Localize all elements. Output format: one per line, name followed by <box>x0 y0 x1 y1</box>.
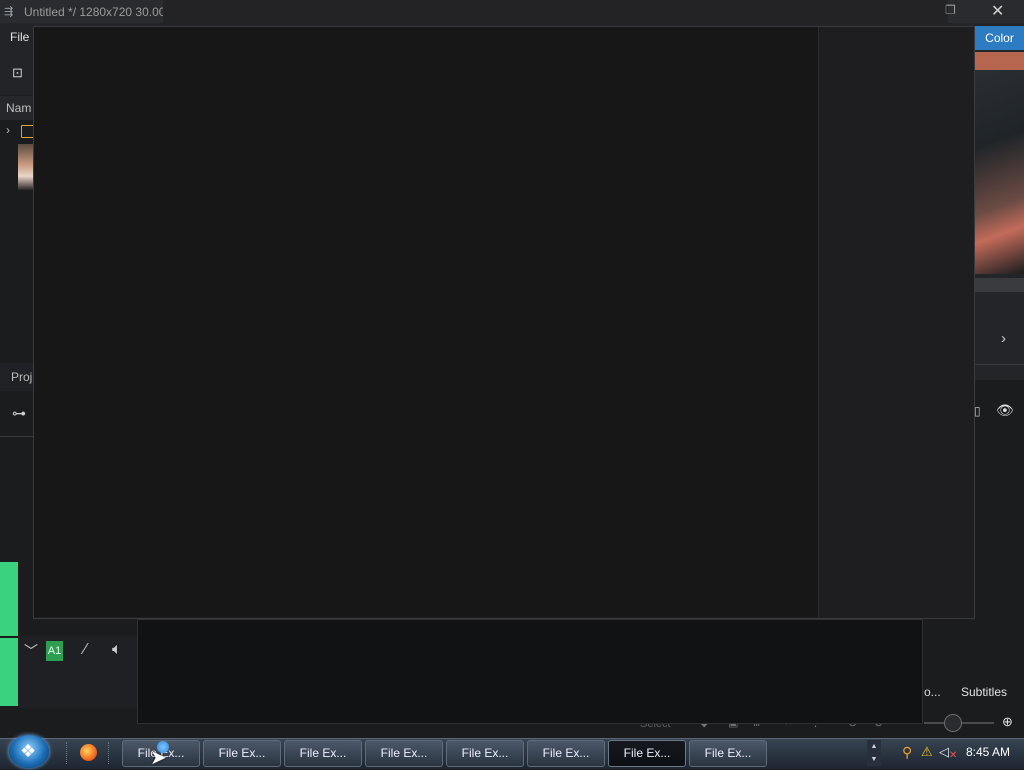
windows-logo-icon: ❖ <box>20 741 37 761</box>
search-icon[interactable]: ⚲ <box>902 744 912 761</box>
taskbar-button-file-explorer[interactable]: File Ex... <box>284 740 362 767</box>
dialog-title-bar[interactable] <box>163 0 948 24</box>
firefox-icon[interactable] <box>80 744 97 761</box>
chevron-down-icon[interactable]: ﹀ <box>24 641 38 661</box>
track-a1-badge[interactable]: A1 <box>46 641 63 661</box>
taskbar-grip[interactable] <box>108 742 112 764</box>
blank-window-content[interactable] <box>34 27 819 617</box>
warning-icon[interactable]: ⚠ <box>921 744 933 760</box>
preview-scrubber[interactable] <box>975 278 1024 292</box>
zoom-slider-handle[interactable] <box>944 714 962 732</box>
divider <box>974 364 1024 365</box>
wand-icon[interactable]: ⁄ <box>84 641 87 659</box>
clock[interactable]: 8:45 AM <box>966 745 1010 759</box>
close-icon[interactable]: ✕ <box>991 1 1004 21</box>
app-icon: ⇶ <box>4 6 14 18</box>
taskbar-scroll-arrows[interactable]: ▲ ▼ <box>867 740 881 766</box>
video-track-bar[interactable] <box>0 562 18 636</box>
speaker-icon[interactable]: 🔈︎ <box>112 641 122 659</box>
clip-thumbnail[interactable] <box>18 144 34 190</box>
column-header-name[interactable]: Nam <box>0 96 34 120</box>
taskbar-button-file-explorer[interactable]: File Ex... <box>446 740 524 767</box>
preview-thumbnail <box>975 52 1024 274</box>
chevron-right-icon[interactable]: › <box>6 123 10 137</box>
tab-project-label: Proj <box>11 370 33 384</box>
taskbar-grip[interactable] <box>66 742 70 764</box>
bin-folder-row[interactable]: › <box>0 120 37 142</box>
preview-top-band <box>975 52 1024 70</box>
sliders-icon[interactable]: ⊶ <box>12 405 26 422</box>
taskbar-button-file-explorer[interactable]: File Ex... <box>365 740 443 767</box>
volume-icon[interactable]: ◁ <box>939 744 949 760</box>
color-tab[interactable]: Color <box>975 26 1024 50</box>
taskbar-button-file-explorer[interactable]: File Ex... <box>527 740 605 767</box>
taskbar-button-file-explorer[interactable]: File Ex... <box>608 740 686 767</box>
eye-icon[interactable]: 👁︎ <box>996 402 1014 419</box>
audio-track-bar[interactable] <box>0 638 18 706</box>
bin-toolbar: ⊡ <box>0 50 34 95</box>
tab-partial[interactable]: o... <box>924 685 941 699</box>
menu-file[interactable]: File <box>10 30 29 44</box>
app-title: Untitled */ 1280x720 30.00 <box>24 5 166 19</box>
tab-subtitles[interactable]: Subtitles <box>961 685 1007 699</box>
column-header-label: Nam <box>6 101 32 115</box>
secondary-window[interactable] <box>137 619 923 724</box>
taskbar-button-file-explorer[interactable]: File Ex... <box>689 740 767 767</box>
taskbar-button-file-explorer[interactable]: File Ex... <box>203 740 281 767</box>
divider <box>0 436 34 437</box>
restore-icon[interactable]: ❐ <box>945 3 956 17</box>
zoom-in-icon[interactable]: ⊕ <box>1002 714 1013 730</box>
bin-view-icon[interactable]: ⊡ <box>12 65 23 81</box>
start-button[interactable]: ❖ <box>9 735 49 768</box>
mute-icon: ✕ <box>949 750 958 761</box>
mouse-cursor-icon: ➤ <box>150 747 167 769</box>
chevron-right-icon[interactable]: › <box>1001 330 1006 347</box>
tab-project[interactable]: Proj <box>0 363 34 391</box>
